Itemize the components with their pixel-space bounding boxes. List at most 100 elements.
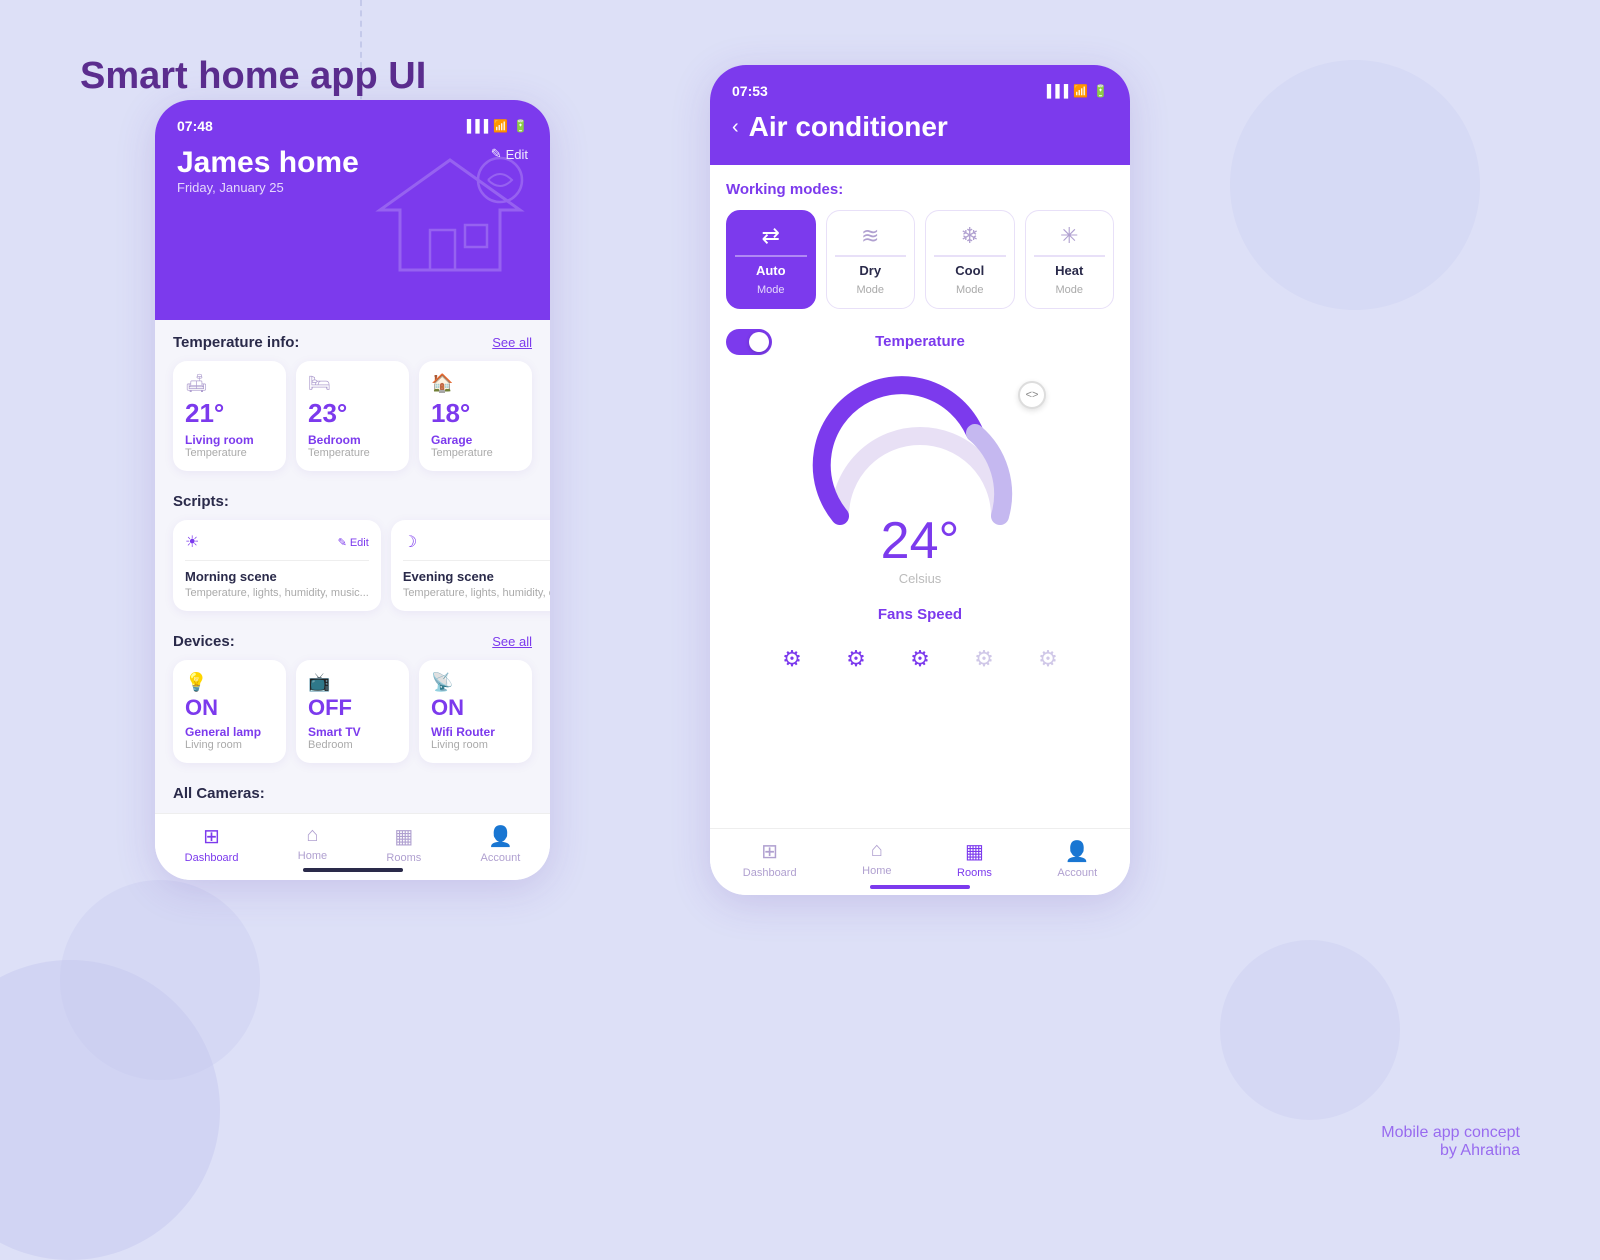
mode-heat-divider bbox=[1034, 255, 1106, 257]
page-title: Smart home app UI bbox=[80, 55, 426, 98]
script-evening-desc: Temperature, lights, humidity, curtains,… bbox=[403, 587, 550, 599]
fan-speed-5[interactable]: ⚙ bbox=[1026, 637, 1070, 681]
sun-icon: ☀ bbox=[185, 532, 199, 552]
cool-icon: ❄ bbox=[961, 223, 979, 249]
fan-speed-2[interactable]: ⚙ bbox=[834, 637, 878, 681]
phone2-nav-rooms-label: Rooms bbox=[957, 867, 992, 879]
scripts-header: Scripts: bbox=[173, 493, 532, 510]
fan-speed-1[interactable]: ⚙ bbox=[770, 637, 814, 681]
temp-card-bedroom: 🛏 23° Bedroom Temperature bbox=[296, 361, 409, 471]
temp-control-row: Temperature bbox=[726, 329, 1114, 355]
mode-heat[interactable]: ✳ Heat Mode bbox=[1025, 210, 1115, 309]
battery-icon: 🔋 bbox=[513, 119, 528, 133]
mode-cool[interactable]: ❄ Cool Mode bbox=[925, 210, 1015, 309]
fans-row: ⚙ ⚙ ⚙ ⚙ ⚙ bbox=[726, 637, 1114, 681]
nav-dashboard[interactable]: ⊞ Dashboard bbox=[185, 824, 239, 864]
phone2-nav-rooms[interactable]: ▦ Rooms bbox=[957, 839, 992, 879]
temperature-cards: 🛋 21° Living room Temperature 🛏 23° Bedr… bbox=[173, 361, 532, 471]
see-all-devices-link[interactable]: See all bbox=[492, 634, 532, 649]
status-icons: ▐▐▐ 📶 🔋 bbox=[463, 119, 528, 133]
devices-section-title: Devices: bbox=[173, 633, 235, 650]
device-wifi: 📡 ON Wifi Router Living room bbox=[419, 660, 532, 763]
status-time: 07:48 bbox=[177, 118, 213, 134]
watermark-line1: Mobile app concept bbox=[1381, 1124, 1520, 1142]
gauge-container: <> 24° Celsius bbox=[726, 371, 1114, 586]
wifi-name: Wifi Router bbox=[431, 725, 520, 739]
nav-account[interactable]: 👤 Account bbox=[481, 824, 521, 864]
garage-temp-label: Temperature bbox=[431, 447, 520, 459]
edit-icon: ✎ bbox=[491, 146, 502, 162]
home-date: Friday, January 25 bbox=[177, 180, 359, 195]
script-evening-header: ☽ ✎ Edit bbox=[403, 532, 550, 552]
scripts-section: Scripts: ☀ ✎ Edit Morning scene Temperat… bbox=[155, 479, 550, 619]
heat-icon: ✳ bbox=[1060, 223, 1078, 249]
wifi-icon: 📶 bbox=[493, 119, 508, 133]
phone2-nav-account-label: Account bbox=[1057, 867, 1097, 879]
mode-dry[interactable]: ≋ Dry Mode bbox=[826, 210, 916, 309]
living-temp-room: Living room bbox=[185, 433, 274, 447]
temp-gauge-value: 24° bbox=[881, 511, 960, 571]
phone2-body: Working modes: ⇄ Auto Mode ≋ Dry Mode ❄ … bbox=[710, 165, 1130, 828]
dry-icon: ≋ bbox=[861, 223, 879, 249]
devices-header: Devices: See all bbox=[173, 633, 532, 650]
account-icon: 👤 bbox=[488, 824, 513, 849]
mode-auto[interactable]: ⇄ Auto Mode bbox=[726, 210, 816, 309]
signal-icon: ▐▐▐ bbox=[463, 119, 489, 133]
fan-speed-4[interactable]: ⚙ bbox=[962, 637, 1006, 681]
mode-cool-name: Cool bbox=[955, 263, 984, 278]
mode-cards: ⇄ Auto Mode ≋ Dry Mode ❄ Cool Mode ✳ Hea… bbox=[726, 210, 1114, 309]
lamp-icon: 💡 bbox=[185, 672, 274, 693]
bedroom-temp-value: 23° bbox=[308, 398, 397, 429]
phone2-status-time: 07:53 bbox=[732, 83, 768, 99]
back-button[interactable]: ‹ bbox=[732, 116, 739, 139]
temp-gauge-unit: Celsius bbox=[899, 571, 942, 586]
bed-icon: 🛋 bbox=[185, 373, 274, 394]
script-morning-edit[interactable]: ✎ Edit bbox=[338, 536, 369, 549]
script-evening-name: Evening scene bbox=[403, 569, 550, 584]
temp-control-label: Temperature bbox=[875, 333, 965, 350]
script-morning: ☀ ✎ Edit Morning scene Temperature, ligh… bbox=[173, 520, 381, 611]
garage-temp-value: 18° bbox=[431, 398, 520, 429]
nav-rooms-label: Rooms bbox=[386, 852, 421, 864]
phone2-nav-account[interactable]: 👤 Account bbox=[1057, 839, 1097, 879]
phone2-bottom-nav: ⊞ Dashboard ⌂ Home ▦ Rooms 👤 Account bbox=[710, 828, 1130, 895]
temp-toggle[interactable] bbox=[726, 329, 772, 355]
device-cards: 💡 ON General lamp Living room 📺 OFF Smar… bbox=[173, 660, 532, 763]
nav-account-label: Account bbox=[481, 852, 521, 864]
script-morning-desc: Temperature, lights, humidity, music... bbox=[185, 587, 369, 599]
mode-auto-divider bbox=[735, 255, 807, 257]
fans-section-title: Fans Speed bbox=[726, 606, 1114, 623]
working-modes-title: Working modes: bbox=[726, 181, 1114, 198]
lamp-room: Living room bbox=[185, 739, 274, 751]
phone2-status-icons: ▐▐▐ 📶 🔋 bbox=[1043, 84, 1108, 98]
tv-name: Smart TV bbox=[308, 725, 397, 739]
lamp-status: ON bbox=[185, 695, 274, 721]
bedroom-temp-room: Bedroom bbox=[308, 433, 397, 447]
script-morning-header: ☀ ✎ Edit bbox=[185, 532, 369, 552]
tv-icon: 📺 bbox=[308, 672, 397, 693]
phone2-nav-indicator bbox=[870, 885, 970, 889]
nav-rooms[interactable]: ▦ Rooms bbox=[386, 824, 421, 864]
phone2-nav-home[interactable]: ⌂ Home bbox=[862, 839, 891, 879]
mode-cool-label: Mode bbox=[956, 284, 984, 296]
cameras-section-title: All Cameras: bbox=[173, 785, 265, 802]
living-temp-label: Temperature bbox=[185, 447, 274, 459]
phone2-nav-dashboard[interactable]: ⊞ Dashboard bbox=[743, 839, 797, 879]
gauge-handle[interactable]: <> bbox=[1018, 381, 1046, 409]
watermark: Mobile app concept by Ahratina bbox=[1381, 1124, 1520, 1160]
mode-dry-name: Dry bbox=[859, 263, 881, 278]
edit-home-button[interactable]: ✎ Edit bbox=[491, 146, 528, 162]
nav-home[interactable]: ⌂ Home bbox=[298, 824, 327, 864]
nav-dashboard-label: Dashboard bbox=[185, 852, 239, 864]
ac-title: Air conditioner bbox=[749, 111, 948, 143]
mode-auto-name: Auto bbox=[756, 263, 786, 278]
bedroom-icon: 🛏 bbox=[308, 373, 397, 394]
script-evening: ☽ ✎ Edit Evening scene Temperature, ligh… bbox=[391, 520, 550, 611]
phone1-bottom-nav: ⊞ Dashboard ⌂ Home ▦ Rooms 👤 Account bbox=[155, 813, 550, 880]
scripts-section-title: Scripts: bbox=[173, 493, 229, 510]
see-all-temp-link[interactable]: See all bbox=[492, 335, 532, 350]
phone1: 07:48 ▐▐▐ 📶 🔋 James home Friday, January… bbox=[155, 100, 550, 880]
fan-speed-3[interactable]: ⚙ bbox=[898, 637, 942, 681]
phone2-wifi-icon: 📶 bbox=[1073, 84, 1088, 98]
phone2-home-icon: ⌂ bbox=[871, 839, 883, 862]
